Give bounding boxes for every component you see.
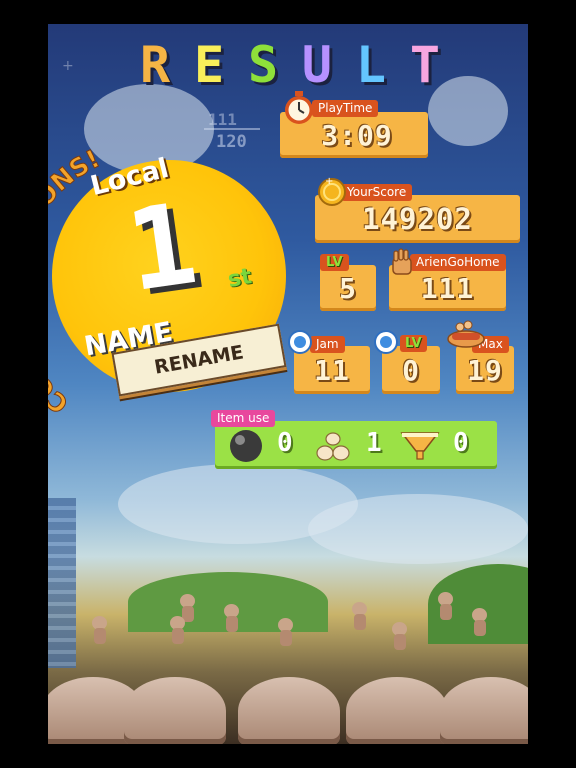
alien-character bbox=[88, 616, 110, 646]
jam-value: 11 bbox=[314, 353, 350, 387]
pot-decoration bbox=[346, 677, 448, 744]
max-panel: 19 bbox=[456, 346, 514, 394]
score-label: YourScore bbox=[341, 184, 413, 201]
level-panel: 5 bbox=[320, 265, 376, 311]
svg-text:+: + bbox=[325, 176, 333, 187]
background-cloud bbox=[428, 76, 508, 146]
hotdog-icon bbox=[447, 320, 485, 348]
title-letter: E bbox=[193, 36, 225, 94]
max-value: 19 bbox=[467, 353, 503, 387]
jam-level-value: 0 bbox=[402, 353, 420, 387]
arien-go-home-label: ArienGoHome bbox=[410, 254, 506, 271]
pot-decoration bbox=[440, 677, 528, 744]
title-letter: T bbox=[409, 36, 440, 94]
pot-decoration bbox=[124, 677, 226, 744]
pot-decoration bbox=[238, 677, 340, 744]
level-value: 5 bbox=[339, 271, 357, 305]
dumpling-stack-icon bbox=[316, 432, 350, 461]
title-letter: S bbox=[247, 36, 279, 94]
jam-badge-icon bbox=[374, 330, 398, 354]
dumpling-count: 1 bbox=[366, 428, 382, 458]
result-title: R E S U L T bbox=[140, 38, 440, 92]
alien-character bbox=[348, 602, 370, 632]
playtime-value: 3:09 bbox=[321, 118, 393, 152]
alien-character bbox=[468, 608, 490, 638]
alien-character bbox=[434, 592, 456, 622]
title-letter: L bbox=[355, 36, 386, 94]
jam-label: Jam bbox=[310, 336, 345, 353]
level-label: LV bbox=[320, 254, 349, 271]
background-building bbox=[48, 498, 76, 668]
sparkle-icon: + bbox=[62, 58, 74, 74]
alien-character bbox=[388, 622, 410, 652]
coin-icon: + bbox=[318, 176, 346, 206]
arien-go-home-value: 111 bbox=[420, 271, 475, 305]
background-cloud bbox=[308, 494, 528, 564]
playtime-label: PlayTime bbox=[312, 100, 379, 117]
alien-character bbox=[166, 616, 188, 646]
title-letter: R bbox=[140, 36, 171, 94]
game-screen: + + 111 120 R E S U L T 3:09 PlayTime bbox=[48, 24, 528, 744]
jam-level-label: LV bbox=[400, 335, 427, 352]
title-letter: U bbox=[301, 36, 333, 94]
hand-icon bbox=[392, 248, 412, 275]
alien-character bbox=[220, 604, 242, 634]
score-value: 149202 bbox=[362, 202, 473, 236]
funnel-count: 0 bbox=[453, 428, 469, 458]
funnel-icon bbox=[400, 432, 440, 460]
ranking-suffix: st bbox=[226, 264, 254, 293]
alien-character bbox=[274, 618, 296, 648]
bomb-count: 0 bbox=[277, 428, 293, 458]
